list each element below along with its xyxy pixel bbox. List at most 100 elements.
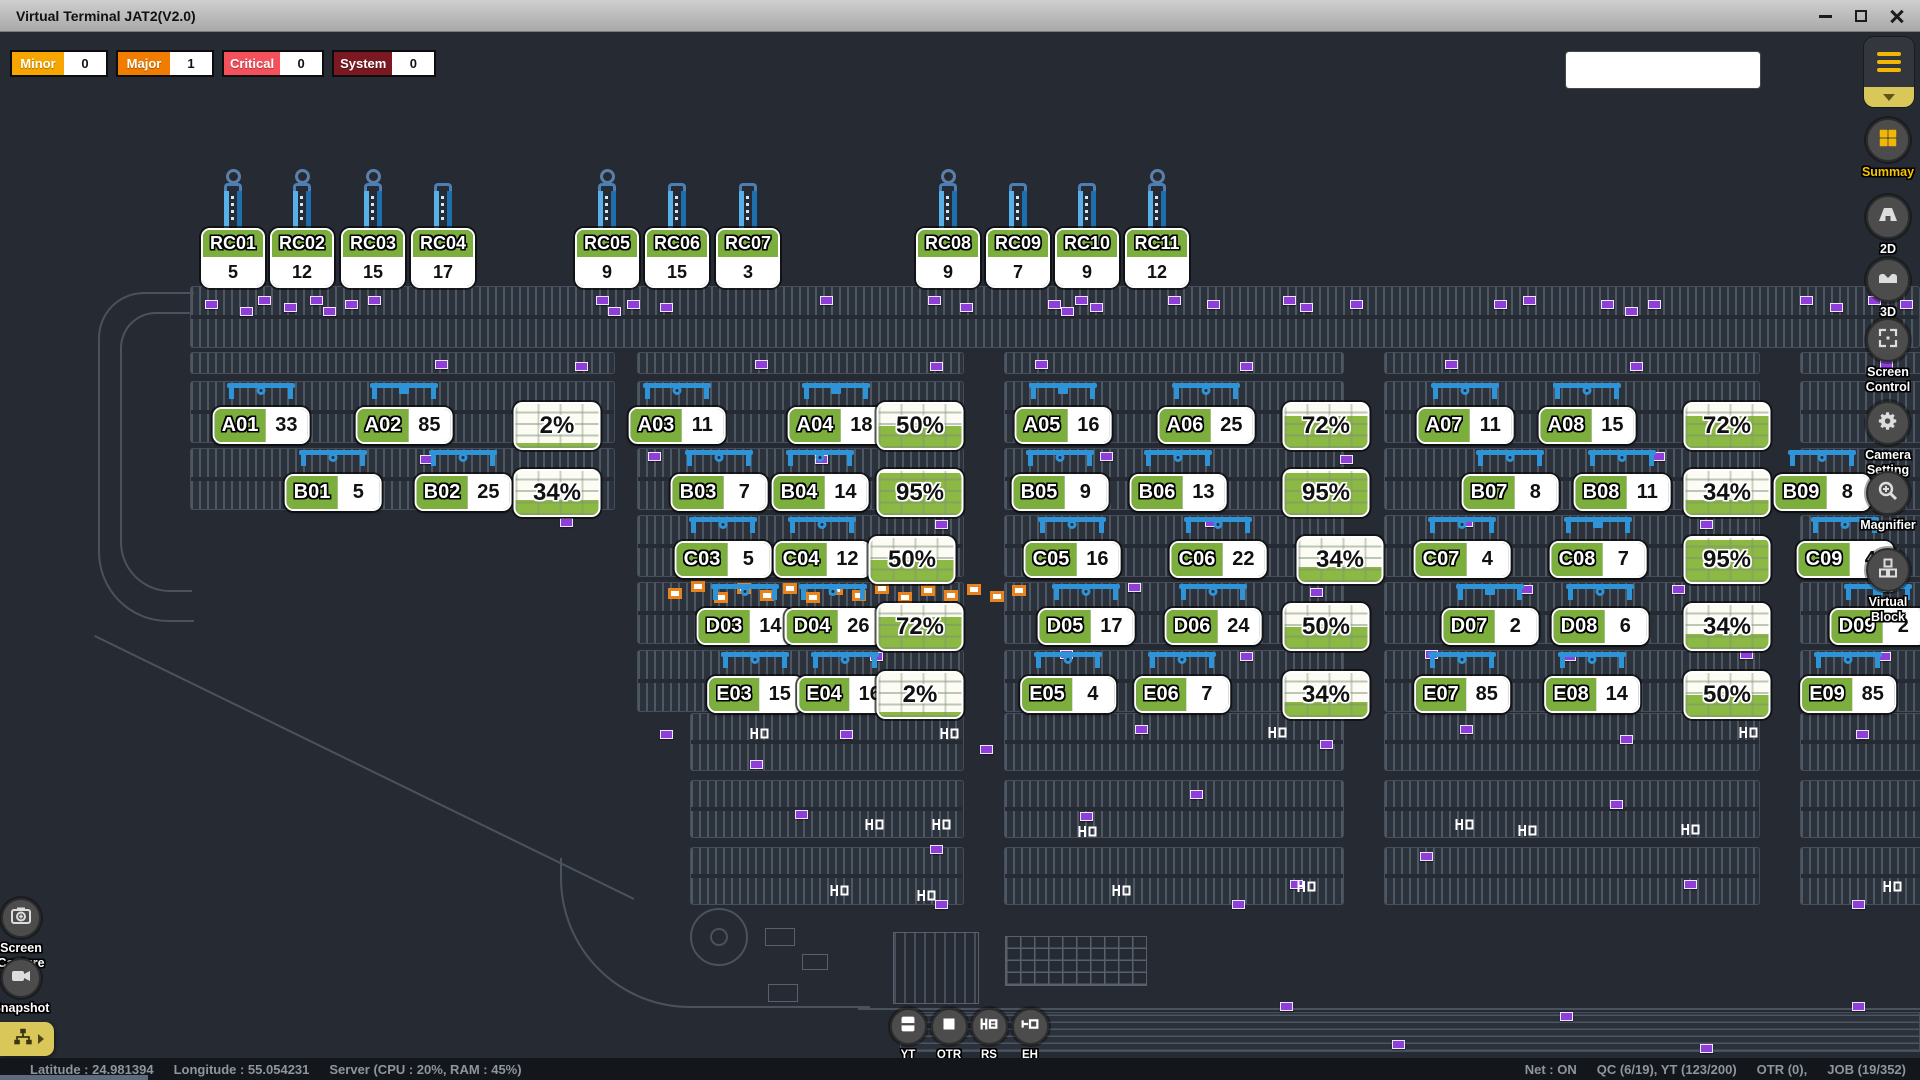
maximize-button[interactable] bbox=[1846, 4, 1876, 28]
alarm-label: Major bbox=[118, 52, 170, 75]
occupancy-badge[interactable]: 2% bbox=[877, 671, 964, 719]
close-button[interactable] bbox=[1882, 4, 1912, 28]
block-B07[interactable]: B078 bbox=[1462, 474, 1559, 511]
marker-truck-orange bbox=[668, 588, 682, 599]
block-E08[interactable]: E0814 bbox=[1544, 676, 1640, 713]
sidebar-button-3d[interactable] bbox=[1866, 258, 1910, 302]
occupancy-badge[interactable]: 50% bbox=[1283, 603, 1370, 651]
bottom-tool-eh: EH bbox=[1000, 1008, 1060, 1063]
crane-RC10[interactable]: RC109 bbox=[1055, 228, 1119, 288]
block-C03[interactable]: C035 bbox=[675, 541, 772, 578]
block-D05[interactable]: D0517 bbox=[1038, 608, 1135, 645]
sidebar-button-2d[interactable] bbox=[1866, 195, 1910, 239]
crane-RC09[interactable]: RC097 bbox=[986, 228, 1050, 288]
occupancy-badge[interactable]: 72% bbox=[1684, 402, 1771, 450]
occupancy-badge[interactable]: 50% bbox=[869, 536, 956, 584]
block-E05[interactable]: E054 bbox=[1020, 676, 1116, 713]
marker-truck-orange bbox=[1012, 585, 1026, 596]
occupancy-badge[interactable]: 34% bbox=[1283, 671, 1370, 719]
sidebar-button-summary[interactable] bbox=[1866, 118, 1910, 162]
block-D07[interactable]: D072 bbox=[1442, 608, 1539, 645]
sidebar-label-summary: Summay bbox=[1862, 165, 1914, 180]
block-B03[interactable]: B037 bbox=[671, 474, 768, 511]
block-C05[interactable]: C0516 bbox=[1024, 541, 1121, 578]
block-id: D08 bbox=[1554, 610, 1605, 643]
left-tool-button-snapshot[interactable] bbox=[1, 958, 41, 998]
occupancy-badge[interactable]: 34% bbox=[1684, 469, 1771, 517]
crane-RC04[interactable]: RC0417 bbox=[411, 228, 475, 288]
block-count: 15 bbox=[1591, 409, 1633, 442]
occupancy-badge[interactable]: 34% bbox=[514, 469, 601, 517]
block-E09[interactable]: E0985 bbox=[1800, 676, 1896, 713]
block-D06[interactable]: D0624 bbox=[1165, 608, 1262, 645]
block-E06[interactable]: E067 bbox=[1134, 676, 1230, 713]
block-B01[interactable]: B015 bbox=[285, 474, 382, 511]
crane-RC07[interactable]: RC073 bbox=[716, 228, 780, 288]
block-A02[interactable]: A0285 bbox=[356, 407, 453, 444]
small-structure bbox=[768, 984, 798, 1002]
alarm-chip-minor[interactable]: Minor0 bbox=[10, 50, 108, 77]
alarm-count: 1 bbox=[170, 52, 212, 75]
block-B02[interactable]: B0225 bbox=[415, 474, 512, 511]
block-A08[interactable]: A0815 bbox=[1539, 407, 1636, 444]
block-B06[interactable]: B0613 bbox=[1130, 474, 1227, 511]
alarm-chip-major[interactable]: Major1 bbox=[116, 50, 214, 77]
occupancy-badge[interactable]: 50% bbox=[1684, 671, 1771, 719]
sidebar-button-screen-control[interactable] bbox=[1866, 318, 1910, 362]
block-C04[interactable]: C0412 bbox=[774, 541, 871, 578]
block-A07[interactable]: A0711 bbox=[1417, 407, 1514, 444]
crane-RC08[interactable]: RC089 bbox=[916, 228, 980, 288]
minimize-button[interactable] bbox=[1810, 4, 1840, 28]
rc-crane-icon bbox=[590, 182, 624, 228]
occupancy-badge[interactable]: 34% bbox=[1297, 536, 1384, 584]
crane-RC03[interactable]: RC0315 bbox=[341, 228, 405, 288]
occupancy-badge[interactable]: 95% bbox=[877, 469, 964, 517]
bottom-tool-button-eh[interactable] bbox=[1012, 1008, 1049, 1045]
block-B08[interactable]: B0811 bbox=[1574, 474, 1671, 511]
crane-RC02[interactable]: RC0212 bbox=[270, 228, 334, 288]
occupancy-badge[interactable]: 72% bbox=[1283, 402, 1370, 450]
block-B05[interactable]: B059 bbox=[1012, 474, 1109, 511]
crane-RC11[interactable]: RC1112 bbox=[1125, 228, 1189, 288]
block-E07[interactable]: E0785 bbox=[1414, 676, 1510, 713]
alarm-chip-system[interactable]: System0 bbox=[332, 50, 436, 77]
block-D08[interactable]: D086 bbox=[1552, 608, 1649, 645]
block-D04[interactable]: D0426 bbox=[785, 608, 882, 645]
block-C07[interactable]: C074 bbox=[1414, 541, 1511, 578]
search-input[interactable] bbox=[1566, 52, 1761, 88]
crane-id: RC09 bbox=[988, 230, 1048, 259]
block-A03[interactable]: A0311 bbox=[629, 407, 726, 444]
occupancy-badge[interactable]: 34% bbox=[1684, 603, 1771, 651]
alarm-chip-critical[interactable]: Critical0 bbox=[222, 50, 324, 77]
crane-RC06[interactable]: RC0615 bbox=[645, 228, 709, 288]
block-B04[interactable]: B0414 bbox=[772, 474, 869, 511]
marker-handler-icon bbox=[1455, 818, 1474, 836]
occupancy-badge[interactable]: 95% bbox=[1684, 536, 1771, 584]
sidebar-button-virtual-block[interactable] bbox=[1866, 548, 1910, 592]
occupancy-badge[interactable]: 2% bbox=[514, 402, 601, 450]
left-tool-button-screen-capture[interactable] bbox=[1, 898, 41, 938]
main-menu-button[interactable] bbox=[1864, 37, 1914, 107]
tree-panel-tab[interactable] bbox=[0, 1022, 54, 1056]
block-A05[interactable]: A0516 bbox=[1015, 407, 1112, 444]
block-A06[interactable]: A0625 bbox=[1158, 407, 1255, 444]
block-crane-icon bbox=[1428, 514, 1496, 541]
crane-RC05[interactable]: RC059 bbox=[575, 228, 639, 288]
block-D03[interactable]: D0314 bbox=[697, 608, 794, 645]
crane-RC01[interactable]: RC015 bbox=[201, 228, 265, 288]
block-E03[interactable]: E0315 bbox=[707, 676, 803, 713]
sidebar-button-magnifier[interactable] bbox=[1866, 471, 1910, 515]
block-A04[interactable]: A0418 bbox=[788, 407, 885, 444]
block-A01[interactable]: A0133 bbox=[213, 407, 310, 444]
marker-container-purple bbox=[205, 300, 218, 309]
block-C08[interactable]: C087 bbox=[1550, 541, 1647, 578]
sidebar-button-camera-setting[interactable] bbox=[1866, 401, 1910, 445]
marker-container-purple bbox=[1090, 303, 1103, 312]
block-C06[interactable]: C0622 bbox=[1170, 541, 1267, 578]
occupancy-badge[interactable]: 72% bbox=[877, 603, 964, 651]
block-count: 4 bbox=[1072, 678, 1114, 711]
occupancy-badge[interactable]: 50% bbox=[877, 402, 964, 450]
occupancy-badge[interactable]: 95% bbox=[1283, 469, 1370, 517]
badge-percent: 72% bbox=[1686, 404, 1769, 448]
status-left-segment: Server (CPU : 20%, RAM : 45%) bbox=[329, 1062, 521, 1077]
